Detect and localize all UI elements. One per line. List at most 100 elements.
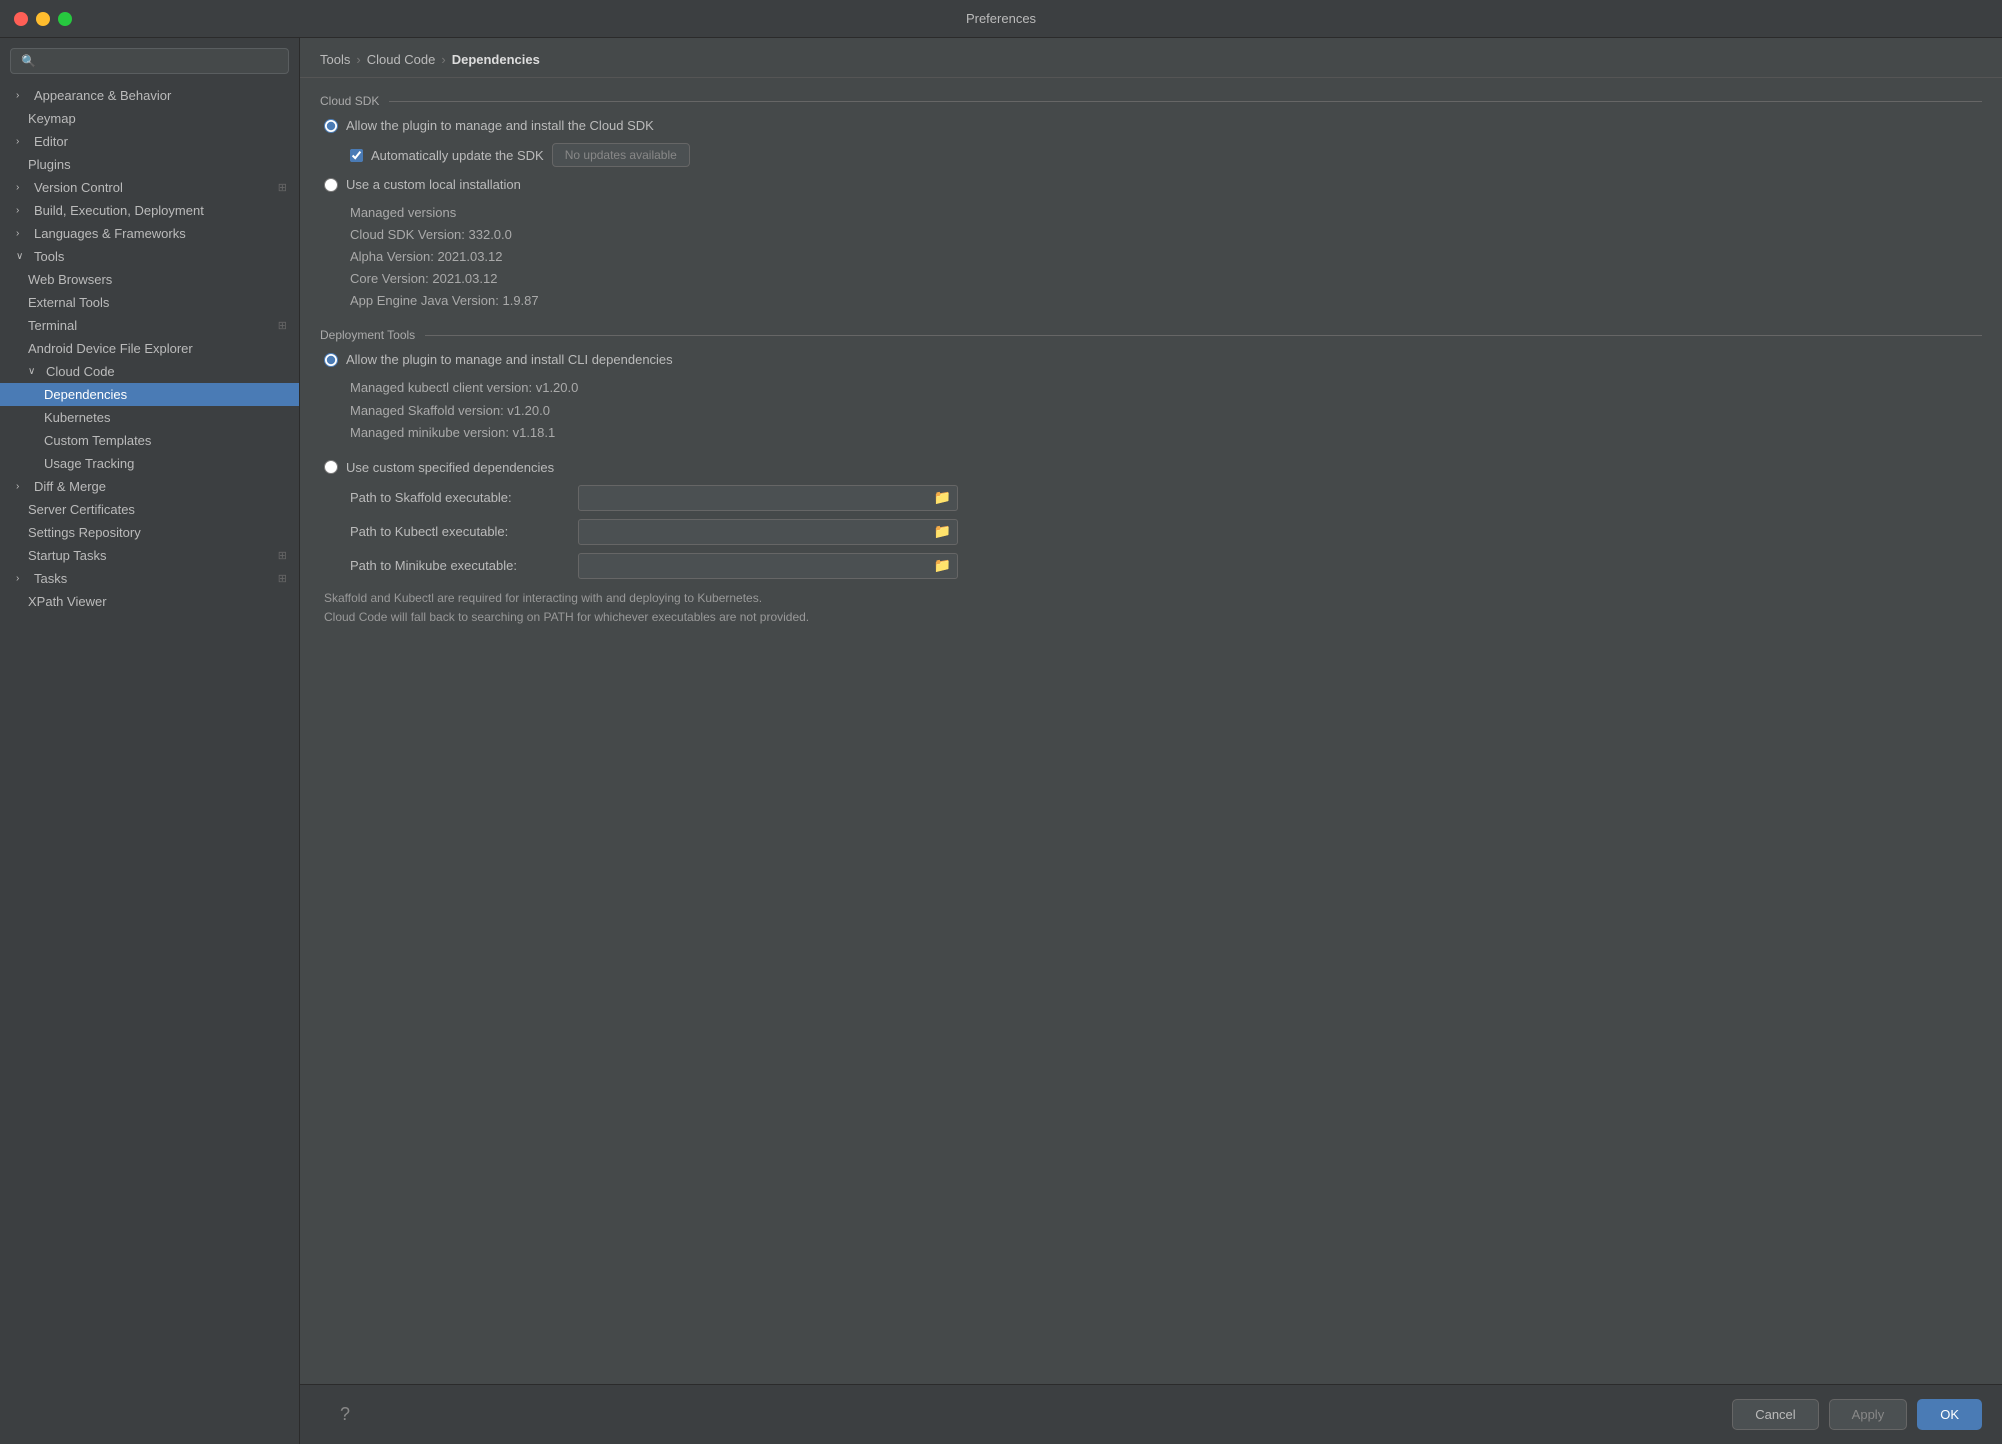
search-box[interactable]: 🔍 bbox=[10, 48, 289, 74]
sidebar-item-usage-tracking[interactable]: Usage Tracking bbox=[0, 452, 299, 475]
app-engine-version: App Engine Java Version: 1.9.87 bbox=[350, 290, 1982, 312]
sidebar-item-web-browsers[interactable]: Web Browsers bbox=[0, 268, 299, 291]
sidebar-item-custom-templates[interactable]: Custom Templates bbox=[0, 429, 299, 452]
radio-custom-deps-row: Use custom specified dependencies bbox=[324, 460, 1982, 475]
chevron-down-icon: ∨ bbox=[16, 251, 28, 262]
chevron-right-icon: › bbox=[16, 136, 28, 147]
deployment-tools-label: Deployment Tools bbox=[320, 328, 415, 342]
path-skaffold-input[interactable]: 📁 bbox=[578, 485, 958, 511]
managed-cli-block: Managed kubectl client version: v1.20.0 … bbox=[350, 377, 1982, 443]
startup-tasks-icon: ⊞ bbox=[278, 549, 287, 562]
path-kubectl-row: Path to Kubectl executable: 📁 bbox=[350, 519, 1982, 545]
main-layout: 🔍 › Appearance & Behavior Keymap › Edito… bbox=[0, 38, 2002, 1444]
radio-manage-cli-row: Allow the plugin to manage and install C… bbox=[324, 352, 1982, 367]
radio-manage-sdk-label: Allow the plugin to manage and install t… bbox=[346, 118, 654, 133]
close-button[interactable] bbox=[14, 12, 28, 26]
sidebar-item-server-certificates[interactable]: Server Certificates bbox=[0, 498, 299, 521]
managed-versions-block: Managed versions Cloud SDK Version: 332.… bbox=[350, 202, 1982, 312]
bottom-bar-inner: ? Cancel Apply OK bbox=[320, 1399, 1982, 1430]
breadcrumb-dependencies: Dependencies bbox=[452, 52, 540, 67]
sidebar-item-xpath-viewer[interactable]: XPath Viewer bbox=[0, 590, 299, 613]
ok-button[interactable]: OK bbox=[1917, 1399, 1982, 1430]
minimize-button[interactable] bbox=[36, 12, 50, 26]
footer-note: Skaffold and Kubectl are required for in… bbox=[324, 589, 1982, 627]
folder-icon: 📁 bbox=[934, 523, 951, 540]
sidebar: 🔍 › Appearance & Behavior Keymap › Edito… bbox=[0, 38, 300, 1444]
radio-manage-sdk-row: Allow the plugin to manage and install t… bbox=[324, 118, 1982, 133]
radio-custom-install[interactable] bbox=[324, 178, 338, 192]
version-control-icon: ⊞ bbox=[278, 181, 287, 194]
chevron-right-icon: › bbox=[16, 182, 28, 193]
sidebar-item-tasks[interactable]: › Tasks ⊞ bbox=[0, 567, 299, 590]
chevron-right-icon: › bbox=[16, 481, 28, 492]
maximize-button[interactable] bbox=[58, 12, 72, 26]
core-version: Core Version: 2021.03.12 bbox=[350, 268, 1982, 290]
radio-custom-install-label: Use a custom local installation bbox=[346, 177, 521, 192]
folder-icon: 📁 bbox=[934, 557, 951, 574]
sidebar-item-kubernetes[interactable]: Kubernetes bbox=[0, 406, 299, 429]
chevron-right-icon: › bbox=[16, 228, 28, 239]
checkbox-auto-update-label: Automatically update the SDK bbox=[371, 148, 544, 163]
search-input[interactable] bbox=[42, 54, 278, 68]
titlebar: Preferences bbox=[0, 0, 2002, 38]
content-area: Tools › Cloud Code › Dependencies Cloud … bbox=[300, 38, 2002, 1444]
content-body: Cloud SDK Allow the plugin to manage and… bbox=[300, 78, 2002, 1384]
terminal-icon: ⊞ bbox=[278, 319, 287, 332]
chevron-right-icon: › bbox=[16, 205, 28, 216]
path-minikube-label: Path to Minikube executable: bbox=[350, 558, 570, 573]
radio-manage-cli[interactable] bbox=[324, 353, 338, 367]
path-minikube-row: Path to Minikube executable: 📁 bbox=[350, 553, 1982, 579]
path-kubectl-input[interactable]: 📁 bbox=[578, 519, 958, 545]
help-icon[interactable]: ? bbox=[340, 1404, 350, 1425]
sidebar-item-tools[interactable]: ∨ Tools bbox=[0, 245, 299, 268]
radio-custom-install-row: Use a custom local installation bbox=[324, 177, 1982, 192]
bottom-bar: ? Cancel Apply OK bbox=[300, 1384, 2002, 1444]
folder-icon: 📁 bbox=[934, 489, 951, 506]
sidebar-item-editor[interactable]: › Editor bbox=[0, 130, 299, 153]
sidebar-item-settings-repository[interactable]: Settings Repository bbox=[0, 521, 299, 544]
chevron-right-icon: › bbox=[16, 90, 28, 101]
tasks-icon: ⊞ bbox=[278, 572, 287, 585]
radio-manage-sdk[interactable] bbox=[324, 119, 338, 133]
window-controls bbox=[14, 12, 72, 26]
deployment-tools-section-header: Deployment Tools bbox=[320, 328, 1982, 342]
cloud-sdk-version: Cloud SDK Version: 332.0.0 bbox=[350, 224, 1982, 246]
managed-minikube: Managed minikube version: v1.18.1 bbox=[350, 422, 1982, 444]
sidebar-item-android[interactable]: Android Device File Explorer bbox=[0, 337, 299, 360]
alpha-version: Alpha Version: 2021.03.12 bbox=[350, 246, 1982, 268]
chevron-down-icon: ∨ bbox=[28, 366, 40, 377]
sidebar-item-version-control[interactable]: › Version Control ⊞ bbox=[0, 176, 299, 199]
sidebar-item-plugins[interactable]: Plugins bbox=[0, 153, 299, 176]
sidebar-item-appearance[interactable]: › Appearance & Behavior bbox=[0, 84, 299, 107]
apply-button[interactable]: Apply bbox=[1829, 1399, 1908, 1430]
sidebar-item-diff-merge[interactable]: › Diff & Merge bbox=[0, 475, 299, 498]
managed-skaffold: Managed Skaffold version: v1.20.0 bbox=[350, 400, 1982, 422]
sidebar-item-build[interactable]: › Build, Execution, Deployment bbox=[0, 199, 299, 222]
search-icon: 🔍 bbox=[21, 54, 36, 68]
cancel-button[interactable]: Cancel bbox=[1732, 1399, 1818, 1430]
footer-note-line1: Skaffold and Kubectl are required for in… bbox=[324, 589, 1982, 608]
sidebar-item-startup-tasks[interactable]: Startup Tasks ⊞ bbox=[0, 544, 299, 567]
path-kubectl-label: Path to Kubectl executable: bbox=[350, 524, 570, 539]
breadcrumb-sep-1: › bbox=[356, 52, 360, 67]
radio-custom-deps-label: Use custom specified dependencies bbox=[346, 460, 554, 475]
nav-section: › Appearance & Behavior Keymap › Editor … bbox=[0, 82, 299, 615]
checkbox-auto-update[interactable] bbox=[350, 149, 363, 162]
sidebar-item-languages[interactable]: › Languages & Frameworks bbox=[0, 222, 299, 245]
path-skaffold-row: Path to Skaffold executable: 📁 bbox=[350, 485, 1982, 511]
breadcrumb-sep-2: › bbox=[441, 52, 445, 67]
sidebar-item-terminal[interactable]: Terminal ⊞ bbox=[0, 314, 299, 337]
breadcrumb: Tools › Cloud Code › Dependencies bbox=[300, 38, 2002, 78]
cloud-sdk-section-header: Cloud SDK bbox=[320, 94, 1982, 108]
sidebar-item-dependencies[interactable]: Dependencies bbox=[0, 383, 299, 406]
managed-kubectl: Managed kubectl client version: v1.20.0 bbox=[350, 377, 1982, 399]
sidebar-item-cloud-code[interactable]: ∨ Cloud Code bbox=[0, 360, 299, 383]
breadcrumb-cloud-code: Cloud Code bbox=[367, 52, 436, 67]
chevron-right-icon: › bbox=[16, 573, 28, 584]
radio-custom-deps[interactable] bbox=[324, 460, 338, 474]
checkbox-auto-update-row: Automatically update the SDK No updates … bbox=[350, 143, 1982, 167]
path-minikube-input[interactable]: 📁 bbox=[578, 553, 958, 579]
sidebar-item-keymap[interactable]: Keymap bbox=[0, 107, 299, 130]
sidebar-item-external-tools[interactable]: External Tools bbox=[0, 291, 299, 314]
window-title: Preferences bbox=[966, 11, 1036, 26]
